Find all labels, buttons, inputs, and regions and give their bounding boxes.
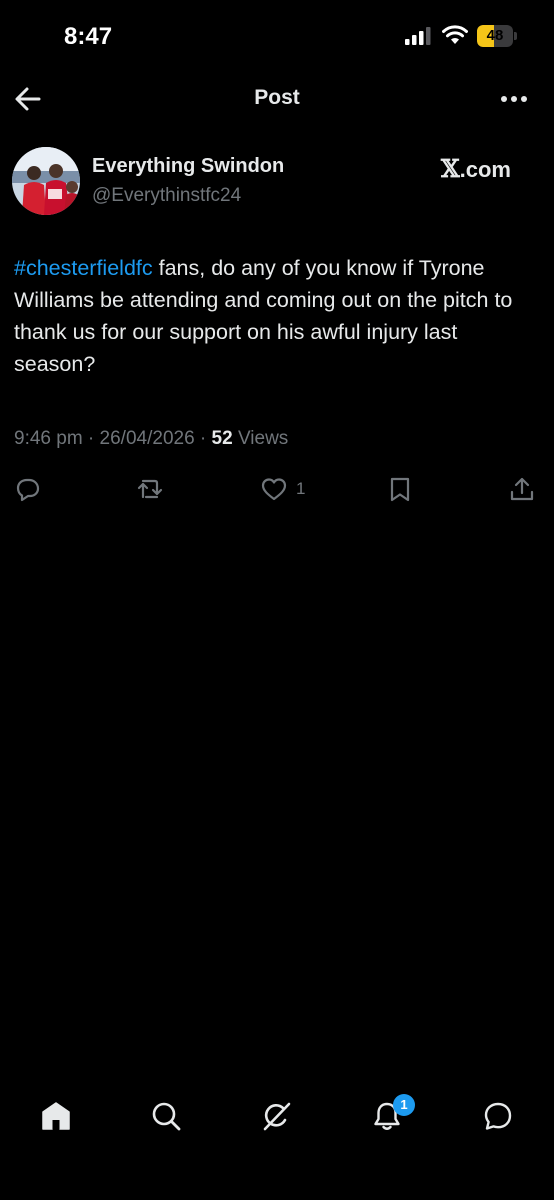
status-bar: 8:47 48 — [0, 0, 554, 72]
status-time: 8:47 — [64, 23, 113, 50]
post-author: Everything Swindon @Everythinstfc24 𝕏.co… — [0, 146, 554, 218]
author-handle[interactable]: @Everythinstfc24 — [92, 185, 241, 207]
more-horizontal-icon[interactable] — [498, 86, 530, 112]
meta-separator: · — [194, 428, 212, 449]
like-button[interactable]: 1 — [260, 474, 305, 504]
reply-icon — [16, 478, 40, 502]
page-title: Post — [254, 86, 300, 109]
messages-icon — [484, 1102, 512, 1130]
battery-level: 48 — [486, 27, 504, 44]
post-actions: 1 — [0, 472, 554, 506]
grok-icon — [263, 1102, 291, 1131]
battery-tip — [514, 32, 517, 40]
post-date: 26/04/2026 — [99, 428, 195, 449]
views-count[interactable]: 52 — [212, 428, 233, 449]
heart-icon — [261, 478, 287, 501]
x-logo-glyph: 𝕏 — [441, 154, 460, 183]
wifi-icon — [442, 25, 468, 44]
post-header: Post — [0, 72, 554, 126]
cellular-signal-icon — [405, 27, 431, 45]
post-text: #chesterfieldfc fans, do any of you know… — [14, 252, 544, 380]
bookmark-icon — [390, 477, 410, 502]
battery-icon: 48 — [477, 25, 517, 47]
post-detail-screen: 8:47 48 Post Everything Swindon @Everyth… — [0, 0, 554, 1200]
nav-home[interactable] — [40, 1100, 72, 1132]
bottom-navigation: 1 — [0, 1090, 554, 1146]
avatar[interactable] — [12, 147, 80, 215]
share-icon — [510, 477, 534, 501]
nav-messages[interactable] — [482, 1100, 514, 1132]
source-label: 𝕏.com — [441, 154, 511, 183]
notification-badge: 1 — [393, 1094, 415, 1116]
search-icon — [152, 1102, 181, 1131]
nav-grok[interactable] — [261, 1100, 293, 1132]
source-domain: .com — [459, 157, 511, 182]
meta-separator: · — [82, 428, 100, 449]
bookmark-button[interactable] — [386, 474, 414, 504]
post-time: 9:46 pm — [14, 428, 83, 449]
repost-button[interactable] — [136, 474, 164, 504]
views-label[interactable]: Views — [238, 428, 288, 449]
nav-search[interactable] — [150, 1100, 182, 1132]
battery-body: 48 — [477, 25, 513, 47]
reply-button[interactable] — [14, 474, 42, 504]
author-name[interactable]: Everything Swindon — [92, 155, 284, 178]
home-icon — [42, 1102, 70, 1130]
hashtag-link[interactable]: #chesterfieldfc — [14, 256, 153, 280]
share-button[interactable] — [508, 474, 536, 504]
repost-icon — [137, 479, 163, 499]
like-count: 1 — [296, 479, 306, 498]
post-meta: 9:46 pm · 26/04/2026 · 52 Views — [14, 428, 288, 450]
